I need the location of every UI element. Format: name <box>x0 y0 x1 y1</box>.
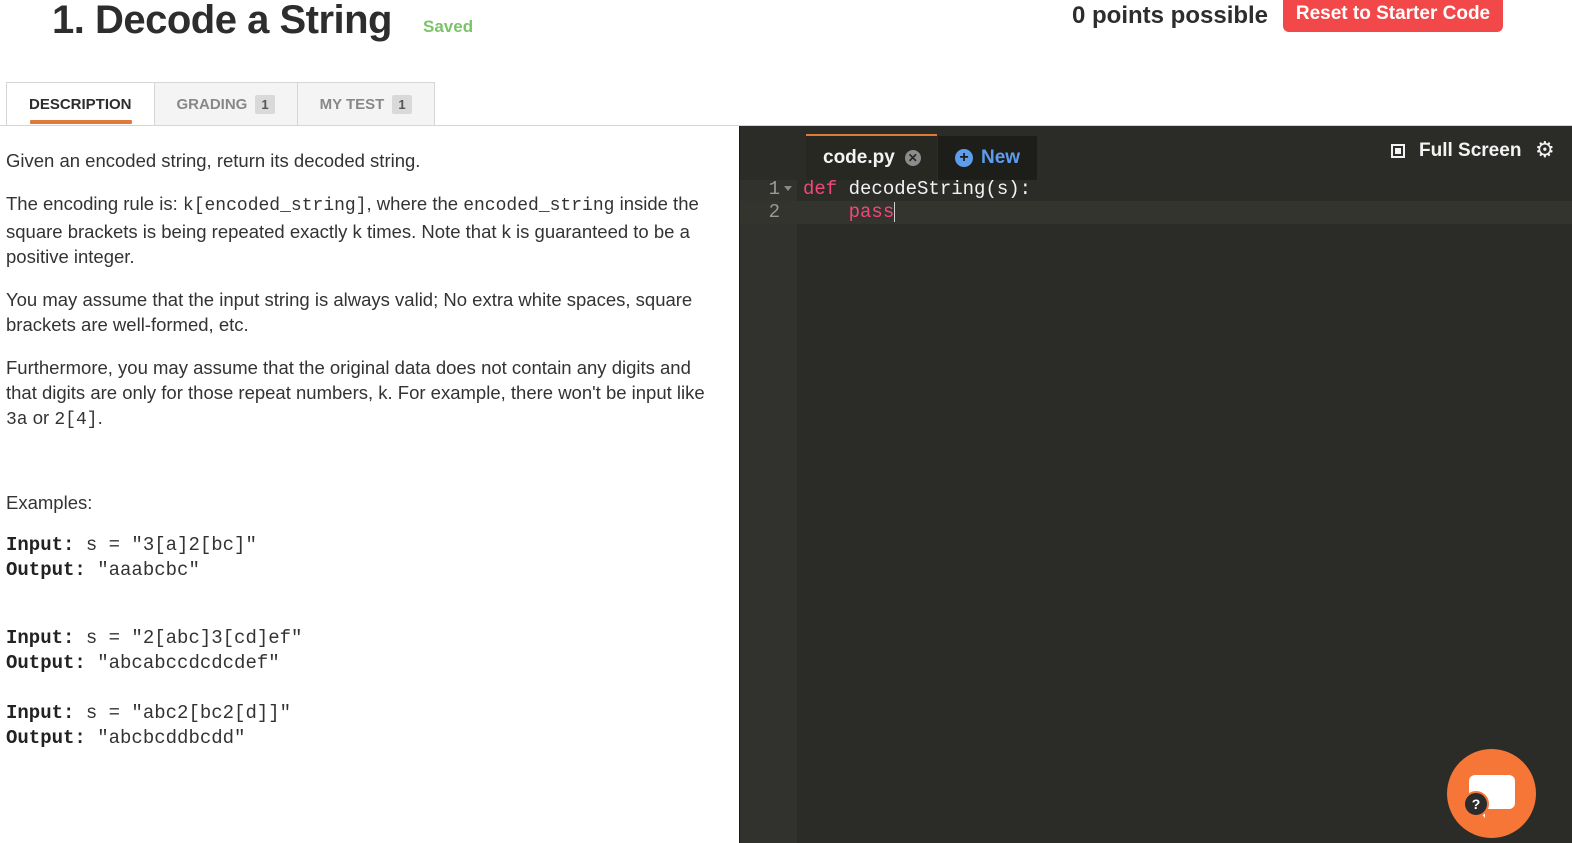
text: . <box>97 407 103 428</box>
text-cursor <box>894 201 896 222</box>
code-line[interactable]: 2 pass <box>740 201 1572 224</box>
line-number: 2 <box>768 201 780 223</box>
example-input: s = "abc2[bc2[d]]" <box>74 702 292 724</box>
example-block: Input: s = "abc2[bc2[d]]" Output: "abcbc… <box>6 701 291 751</box>
points-label: 0 points possible <box>1072 2 1269 29</box>
code-keyword: def <box>803 178 838 200</box>
active-tab-indicator <box>30 120 132 124</box>
text: The encoding rule is: <box>6 193 183 214</box>
full-screen-button[interactable]: Full Screen <box>1391 140 1521 162</box>
text: or <box>27 407 55 428</box>
line-number-gutter <box>740 180 797 843</box>
chat-help-button[interactable]: ? <box>1447 749 1536 838</box>
output-label: Output: <box>6 652 86 674</box>
plus-circle-icon: + <box>955 149 973 167</box>
example-input: s = "2[abc]3[cd]ef" <box>74 627 303 649</box>
code-text: def decodeString(s): <box>803 178 1031 201</box>
input-label: Input: <box>6 534 75 556</box>
output-label: Output: <box>6 559 86 581</box>
problem-tabs: DESCRIPTION GRADING 1 MY TEST 1 <box>6 82 435 126</box>
new-file-label: New <box>981 147 1021 168</box>
inline-code: 2[4] <box>54 410 98 430</box>
fullscreen-icon <box>1391 144 1405 158</box>
help-question-icon: ? <box>1463 791 1489 817</box>
example-output: "abcabccdcdcdef" <box>85 652 280 674</box>
tab-my-test[interactable]: MY TEST 1 <box>297 82 435 125</box>
file-tab-label: code.py <box>823 147 895 168</box>
text: , where the <box>366 193 464 214</box>
example-output: "abcbcddbcdd" <box>85 727 246 749</box>
new-file-button[interactable]: + New <box>938 136 1037 180</box>
example-block: Input: s = "3[a]2[bc]" Output: "aaabcbc" <box>6 533 257 583</box>
example-output: "aaabcbc" <box>85 559 200 581</box>
inline-code: encoded_string <box>463 196 615 216</box>
code-line[interactable]: 1 def decodeString(s): <box>740 178 1572 201</box>
tab-label: MY TEST <box>319 95 385 113</box>
fold-arrow-icon[interactable] <box>784 186 792 191</box>
code-content: decodeString(s): <box>837 178 1032 200</box>
count-badge: 1 <box>255 94 275 114</box>
full-screen-label: Full Screen <box>1419 140 1522 161</box>
example-input: s = "3[a]2[bc]" <box>74 534 257 556</box>
description-paragraph: Given an encoded string, return its deco… <box>6 150 421 171</box>
file-tab-code-py[interactable]: code.py ✕ <box>806 134 937 180</box>
input-label: Input: <box>6 702 75 724</box>
code-text: pass <box>803 201 896 224</box>
description-paragraph: You may assume that the input string is … <box>6 289 693 335</box>
line-number: 1 <box>768 178 780 200</box>
tab-label: GRADING <box>176 95 248 113</box>
gear-icon[interactable]: ⚙ <box>1535 137 1555 163</box>
code-keyword: pass <box>848 201 895 223</box>
inline-code: k[encoded_string] <box>182 196 367 216</box>
input-label: Input: <box>6 627 75 649</box>
tab-description[interactable]: DESCRIPTION <box>6 82 155 126</box>
page-title: 1. Decode a String <box>52 0 392 42</box>
tab-grading[interactable]: GRADING 1 <box>154 82 298 125</box>
problem-description: Given an encoded string, return its deco… <box>6 148 718 451</box>
example-block: Input: s = "2[abc]3[cd]ef" Output: "abca… <box>6 626 302 676</box>
code-editor[interactable]: code.py ✕ + New Full Screen ⚙ 1 def deco… <box>739 126 1572 843</box>
tab-label: DESCRIPTION <box>29 96 132 113</box>
examples-heading: Examples: <box>6 492 93 513</box>
description-paragraph: Furthermore, you may assume that the ori… <box>6 355 718 433</box>
close-icon[interactable]: ✕ <box>904 150 921 166</box>
count-badge: 1 <box>392 94 412 114</box>
reset-to-starter-code-button[interactable]: Reset to Starter Code <box>1283 0 1503 32</box>
description-paragraph: The encoding rule is: k[encoded_string],… <box>6 191 718 269</box>
output-label: Output: <box>6 727 86 749</box>
saved-status: Saved <box>423 17 474 36</box>
inline-code: 3a <box>6 410 28 430</box>
text: Furthermore, you may assume that the ori… <box>6 357 705 403</box>
